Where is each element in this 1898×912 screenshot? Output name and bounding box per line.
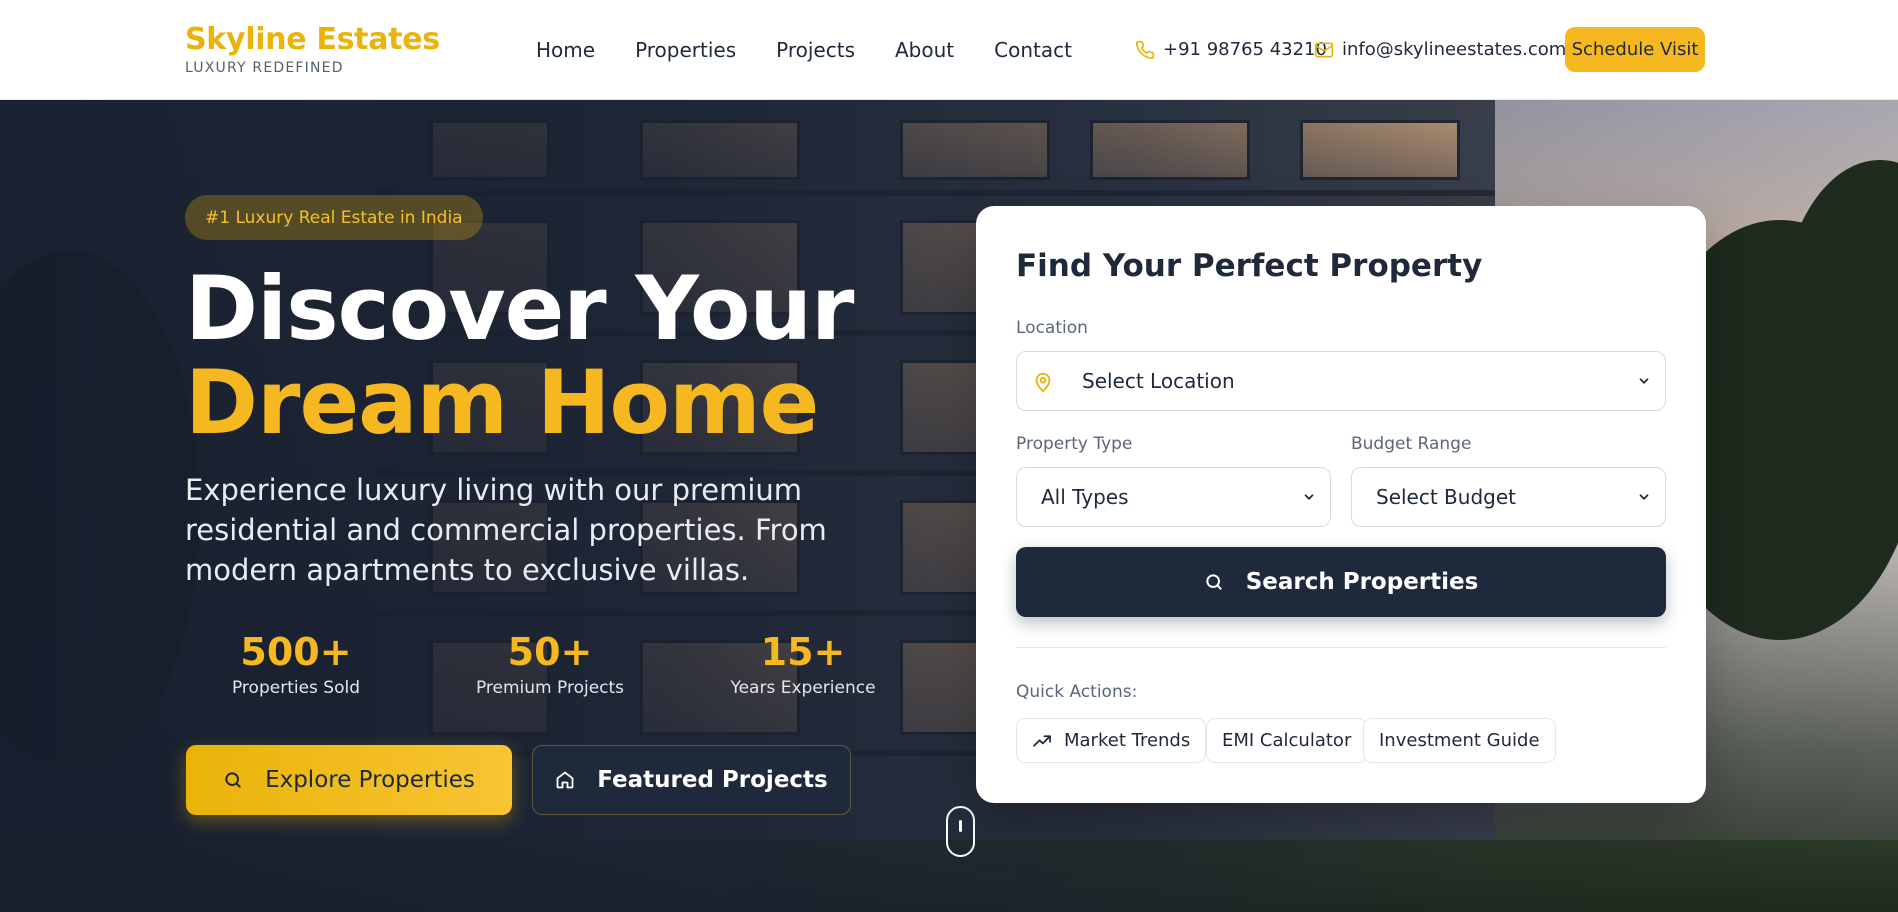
featured-projects-label: Featured Projects (597, 767, 828, 793)
stat-properties-sold: 500+ Properties Sold (226, 630, 366, 698)
chevron-down-icon (1639, 378, 1649, 384)
hero-title-line1: Discover Your (185, 257, 854, 360)
property-search-card: Find Your Perfect Property Location Sele… (976, 206, 1706, 803)
stat-value: 15+ (760, 630, 846, 674)
budget-range-select[interactable]: Select Budget (1351, 467, 1666, 527)
investment-guide-label: Investment Guide (1379, 730, 1540, 751)
schedule-visit-button[interactable]: Schedule Visit (1565, 27, 1705, 72)
contact-email[interactable]: info@skylineestates.com (1314, 37, 1566, 63)
phone-icon (1135, 40, 1155, 60)
nav-properties[interactable]: Properties (635, 36, 736, 64)
budget-range-label: Budget Range (1351, 434, 1472, 454)
brand-tagline: LUXURY REDEFINED (185, 60, 344, 76)
chevron-down-icon (1639, 494, 1649, 500)
trending-up-icon (1033, 734, 1051, 747)
emi-calculator-label: EMI Calculator (1222, 730, 1352, 751)
brand-name: Skyline Estates (185, 22, 440, 57)
quick-actions-label: Quick Actions: (1016, 682, 1138, 702)
divider (1016, 647, 1666, 648)
explore-properties-label: Explore Properties (265, 767, 475, 793)
nav-contact[interactable]: Contact (994, 36, 1072, 64)
contact-phone[interactable]: +91 98765 43210 (1135, 37, 1327, 63)
emi-calculator-chip[interactable]: EMI Calculator (1206, 718, 1368, 763)
property-type-value: All Types (1041, 485, 1129, 509)
location-select[interactable]: Select Location (1016, 351, 1666, 411)
stat-value: 500+ (240, 630, 352, 674)
location-label: Location (1016, 318, 1088, 338)
scroll-wheel (959, 820, 962, 832)
market-trends-chip[interactable]: Market Trends (1016, 718, 1207, 763)
investment-guide-chip[interactable]: Investment Guide (1363, 718, 1556, 763)
stat-years-experience: 15+ Years Experience (728, 630, 878, 698)
search-properties-label: Search Properties (1245, 569, 1479, 595)
brand-logo[interactable]: Skyline Estates LUXURY REDEFINED (185, 22, 440, 76)
mouse-scroll-icon[interactable] (946, 806, 975, 857)
search-card-title: Find Your Perfect Property (1016, 248, 1483, 284)
stat-premium-projects: 50+ Premium Projects (474, 630, 626, 698)
chevron-down-icon (1304, 494, 1314, 500)
email-address: info@skylineestates.com (1342, 39, 1567, 60)
property-type-select[interactable]: All Types (1016, 467, 1331, 527)
search-icon (1206, 574, 1222, 590)
stat-label: Years Experience (730, 678, 876, 698)
stat-label: Premium Projects (475, 678, 625, 698)
hero-badge: #1 Luxury Real Estate in India (185, 195, 483, 240)
home-icon (556, 771, 574, 789)
featured-projects-button[interactable]: Featured Projects (532, 745, 851, 815)
search-icon (225, 772, 241, 788)
phone-number: +91 98765 43210 (1163, 39, 1327, 60)
main-nav: Home Properties Projects About Contact (536, 36, 1112, 64)
explore-properties-button[interactable]: Explore Properties (186, 745, 512, 815)
budget-range-value: Select Budget (1376, 485, 1516, 509)
search-properties-button[interactable]: Search Properties (1016, 547, 1666, 617)
hero-title-line2: Dream Home (185, 351, 819, 454)
map-pin-icon (1035, 372, 1051, 393)
nav-about[interactable]: About (895, 36, 954, 64)
mail-icon (1314, 42, 1334, 58)
stat-label: Properties Sold (231, 678, 361, 698)
property-type-label: Property Type (1016, 434, 1133, 454)
nav-home[interactable]: Home (536, 36, 595, 64)
stat-value: 50+ (507, 630, 593, 674)
hero-subtitle: Experience luxury living with our premiu… (185, 473, 827, 587)
site-header: Skyline Estates LUXURY REDEFINED Home Pr… (0, 0, 1898, 100)
location-select-value: Select Location (1082, 369, 1235, 393)
market-trends-label: Market Trends (1064, 730, 1191, 751)
nav-projects[interactable]: Projects (776, 36, 855, 64)
hero-title: Discover Your Dream Home (185, 262, 854, 454)
